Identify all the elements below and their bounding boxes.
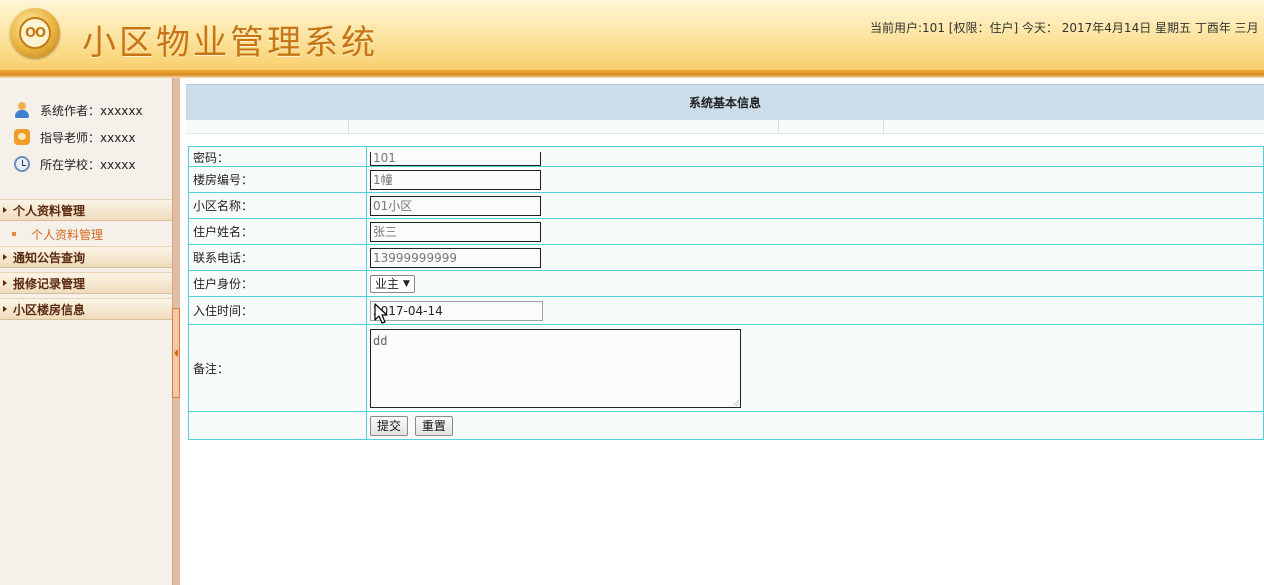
remark-label: 备注： xyxy=(188,324,367,412)
actions-spacer xyxy=(188,411,367,440)
panel-title: 系统基本信息 xyxy=(186,84,1264,120)
remark-cell: dd xyxy=(366,324,1264,412)
school-label: 所在学校：xxxxx xyxy=(40,157,136,172)
app-logo: OO xyxy=(10,8,60,58)
password-label: 密码： xyxy=(188,146,367,167)
submenu-label: 个人资料管理 xyxy=(31,227,104,242)
password-cell: 101 xyxy=(366,146,1264,167)
password-input[interactable]: 101 xyxy=(370,152,541,166)
teacher-label: 指导老师：xxxxx xyxy=(40,130,136,145)
remark-text: dd xyxy=(373,333,388,348)
menu-label: 通知公告查询 xyxy=(13,250,86,265)
phone-input[interactable]: 13999999999 xyxy=(370,247,541,268)
submit-button[interactable]: 提交 xyxy=(370,415,409,436)
header-band xyxy=(0,70,1264,78)
actions-cell: 提交 重置 xyxy=(366,411,1264,440)
bullet-icon xyxy=(12,232,16,236)
resize-grip-icon[interactable] xyxy=(733,399,739,406)
building-label: 楼房编号： xyxy=(188,166,367,193)
sidebar-info-school: 所在学校：xxxxx xyxy=(14,156,136,172)
form-row-building: 楼房编号： 1幢 xyxy=(188,166,1264,193)
submenu-personal-info[interactable]: 个人资料管理 xyxy=(0,223,172,245)
triangle-right-icon xyxy=(3,306,7,312)
column-divider xyxy=(348,120,349,134)
form-row-phone: 联系电话： 13999999999 xyxy=(188,244,1264,271)
sidebar-info-teacher: 指导老师：xxxxx xyxy=(14,129,136,145)
teacher-icon xyxy=(14,129,30,145)
form-row-actions: 提交 重置 xyxy=(188,411,1264,440)
form-row-remark: 备注： dd xyxy=(188,324,1264,412)
form-row-identity: 住户身份： 业主 ▼ xyxy=(188,270,1264,297)
building-cell: 1幢 xyxy=(366,166,1264,193)
name-label: 住户姓名： xyxy=(188,218,367,245)
collapse-arrow-icon xyxy=(174,349,178,357)
menu-personal-info[interactable]: 个人资料管理 xyxy=(0,199,172,221)
phone-label: 联系电话： xyxy=(188,244,367,271)
reset-button[interactable]: 重置 xyxy=(414,415,453,436)
form-row-name: 住户姓名： 张三 xyxy=(188,218,1264,245)
identity-selected: 业主 xyxy=(375,277,400,291)
sidebar-info-author: 系统作者：xxxxxx xyxy=(14,102,143,118)
app-header: OO 小区物业管理系统 当前用户:101 [权限：住户] 今天： 2017年4月… xyxy=(0,0,1264,70)
main-content: 系统基本信息 密码： 101 楼房编号： 1幢 小区名称： 01小区 住户姓名： xyxy=(180,78,1264,585)
app-title: 小区物业管理系统 xyxy=(82,23,378,63)
community-label: 小区名称： xyxy=(188,192,367,219)
mouse-pointer-icon xyxy=(374,303,388,324)
triangle-right-icon xyxy=(3,254,7,260)
checkin-cell: 2017-04-14 xyxy=(366,296,1264,325)
form-row-community: 小区名称： 01小区 xyxy=(188,192,1264,219)
name-cell: 张三 xyxy=(366,218,1264,245)
profile-form: 密码： 101 楼房编号： 1幢 小区名称： 01小区 住户姓名： 张三 联系电… xyxy=(188,146,1264,440)
clock-icon xyxy=(14,156,30,172)
menu-repair-records[interactable]: 报修记录管理 xyxy=(0,272,172,294)
menu-building-info[interactable]: 小区楼房信息 xyxy=(0,298,172,320)
triangle-right-icon xyxy=(3,280,7,286)
name-input[interactable]: 张三 xyxy=(370,221,541,242)
checkin-label: 入住时间： xyxy=(188,296,367,325)
identity-label: 住户身份： xyxy=(188,270,367,297)
menu-label: 报修记录管理 xyxy=(13,276,86,291)
community-input[interactable]: 01小区 xyxy=(370,195,541,216)
user-icon xyxy=(14,102,30,118)
current-user-info: 当前用户:101 [权限：住户] 今天： 2017年4月14日 星期五 丁酉年 … xyxy=(870,21,1259,35)
building-input[interactable]: 1幢 xyxy=(370,169,541,190)
checkin-date-input[interactable]: 2017-04-14 xyxy=(370,300,543,321)
column-divider xyxy=(778,120,779,134)
form-row-checkin: 入住时间： 2017-04-14 xyxy=(188,296,1264,325)
author-label: 系统作者：xxxxxx xyxy=(40,103,143,118)
menu-label: 个人资料管理 xyxy=(13,203,86,218)
dropdown-arrow-icon: ▼ xyxy=(403,278,410,289)
sidebar-collapse-handle[interactable] xyxy=(172,308,180,398)
panel-header-row xyxy=(186,120,1264,134)
sidebar: 系统作者：xxxxxx 指导老师：xxxxx 所在学校：xxxxx 个人资料管理… xyxy=(0,78,172,585)
phone-cell: 13999999999 xyxy=(366,244,1264,271)
menu-notice-query[interactable]: 通知公告查询 xyxy=(0,246,172,268)
menu-label: 小区楼房信息 xyxy=(13,302,86,317)
column-divider xyxy=(883,120,884,134)
remark-textarea[interactable]: dd xyxy=(370,328,741,408)
community-cell: 01小区 xyxy=(366,192,1264,219)
logo-mark: OO xyxy=(19,17,51,49)
form-row-password: 密码： 101 xyxy=(188,146,1264,167)
identity-cell: 业主 ▼ xyxy=(366,270,1264,297)
triangle-right-icon xyxy=(3,207,7,213)
identity-select[interactable]: 业主 ▼ xyxy=(370,274,415,293)
